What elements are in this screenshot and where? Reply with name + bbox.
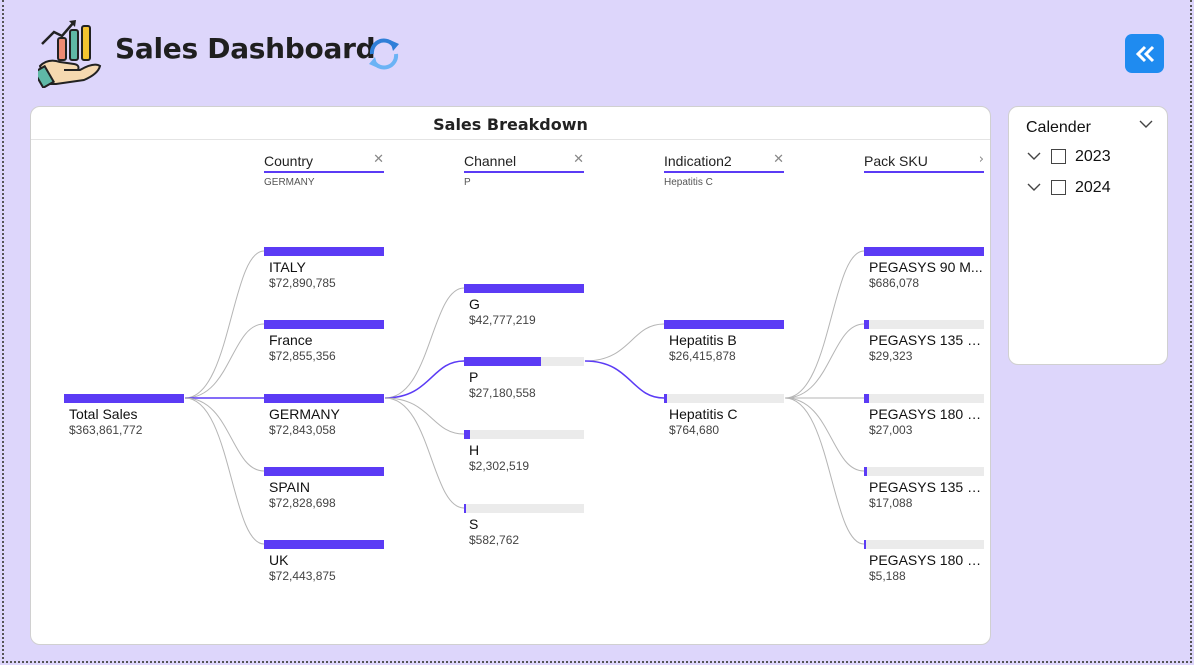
node-bar-track xyxy=(464,430,584,439)
node-bar xyxy=(664,320,784,329)
level-selection: P xyxy=(464,177,471,188)
level-name: Indication2 xyxy=(664,153,784,173)
node-value: $27,180,558 xyxy=(469,386,536,400)
double-chevron-left-icon xyxy=(1135,45,1154,62)
checkbox[interactable] xyxy=(1051,180,1066,195)
node-bar xyxy=(664,394,667,403)
level-header-indication[interactable]: Indication2 ✕ Hepatitis C xyxy=(664,152,784,188)
node-bar-track xyxy=(664,394,784,403)
node-bar xyxy=(264,320,384,329)
node-bar xyxy=(64,394,184,403)
node-value: $5,188 xyxy=(869,569,906,583)
node-label: PEGASYS 135 M... xyxy=(869,479,984,495)
level-name: Channel xyxy=(464,153,584,173)
slicer-item-label: 2024 xyxy=(1075,179,1111,196)
node-value: $26,415,878 xyxy=(669,349,736,363)
node-value: $42,777,219 xyxy=(469,313,536,327)
node-label: G xyxy=(469,296,480,312)
close-icon[interactable]: ✕ xyxy=(773,152,784,167)
node-label: UK xyxy=(269,552,289,568)
node-value: $363,861,772 xyxy=(69,423,143,437)
level-selection: Hepatitis C xyxy=(664,177,713,188)
node-value: $72,843,058 xyxy=(269,423,336,437)
close-icon[interactable]: ✕ xyxy=(373,152,384,167)
node-bar xyxy=(464,504,466,513)
close-icon[interactable]: ✕ xyxy=(573,152,584,167)
node-value: $29,323 xyxy=(869,349,913,363)
slicer-item-2024[interactable]: 2024 xyxy=(1027,179,1157,199)
calendar-slicer: Calender 2023 2024 xyxy=(1008,106,1168,365)
refresh-icon[interactable] xyxy=(364,34,404,74)
node-value: $72,890,785 xyxy=(269,276,336,290)
node-bar xyxy=(464,430,470,439)
node-value: $17,088 xyxy=(869,496,913,510)
node-label: PEGASYS 135 M... xyxy=(869,332,984,348)
node-bar xyxy=(864,467,867,476)
node-label: Hepatitis B xyxy=(669,332,737,348)
node-bar xyxy=(464,284,584,293)
node-bar xyxy=(864,394,869,403)
level-name: Country xyxy=(264,153,384,173)
node-value: $764,680 xyxy=(669,423,720,437)
page-title: Sales Dashboard xyxy=(115,32,376,65)
slicer-title: Calender xyxy=(1026,119,1091,136)
node-label: PEGASYS 180 M... xyxy=(869,552,984,568)
node-label: PEGASYS 180 M... xyxy=(869,406,984,422)
node-bar xyxy=(264,467,384,476)
node-label: Total Sales xyxy=(69,406,138,422)
node-label: S xyxy=(469,516,479,532)
chevron-down-icon[interactable] xyxy=(1027,182,1041,192)
node-label: GERMANY xyxy=(269,406,340,422)
slicer-item-2023[interactable]: 2023 xyxy=(1027,148,1157,168)
level-selection: GERMANY xyxy=(264,177,315,188)
node-bar xyxy=(464,357,541,366)
node-bar xyxy=(864,320,869,329)
node-value: $2,302,519 xyxy=(469,459,530,473)
node-bar xyxy=(864,540,866,549)
slicer-item-label: 2023 xyxy=(1075,148,1111,165)
node-bar-track xyxy=(864,394,984,403)
node-bar-track xyxy=(864,320,984,329)
node-value: $72,855,356 xyxy=(269,349,336,363)
level-header-channel[interactable]: Channel ✕ P xyxy=(464,152,584,188)
level-name: Pack SKU xyxy=(864,153,984,173)
node-label: P xyxy=(469,369,479,385)
node-bar-track xyxy=(864,540,984,549)
node-bar xyxy=(264,247,384,256)
node-label: ITALY xyxy=(269,259,306,275)
sales-chart-hand-icon xyxy=(32,18,104,90)
node-value: $582,762 xyxy=(469,533,520,547)
sales-breakdown-visual: Sales Breakdown Country ✕ GERMANY Channe… xyxy=(30,106,991,645)
node-label: PEGASYS 90 M... xyxy=(869,259,983,275)
node-bar xyxy=(264,540,384,549)
node-label: SPAIN xyxy=(269,479,310,495)
chevron-down-icon[interactable] xyxy=(1027,151,1041,161)
level-header-pack-sku[interactable]: Pack SKU › xyxy=(864,152,984,173)
node-value: $686,078 xyxy=(869,276,920,290)
level-header-country[interactable]: Country ✕ GERMANY xyxy=(264,152,384,188)
node-bar xyxy=(864,247,984,256)
node-value: $27,003 xyxy=(869,423,913,437)
collapse-panel-button[interactable] xyxy=(1125,34,1164,73)
node-bar-track xyxy=(464,504,584,513)
node-bar-track xyxy=(864,467,984,476)
node-label: France xyxy=(269,332,313,348)
node-label: Hepatitis C xyxy=(669,406,738,422)
chevron-right-icon[interactable]: › xyxy=(979,152,984,167)
node-bar xyxy=(264,394,384,403)
checkbox[interactable] xyxy=(1051,149,1066,164)
node-value: $72,443,875 xyxy=(269,569,336,583)
node-value: $72,828,698 xyxy=(269,496,336,510)
node-label: H xyxy=(469,442,480,458)
chevron-down-icon[interactable] xyxy=(1139,119,1153,129)
